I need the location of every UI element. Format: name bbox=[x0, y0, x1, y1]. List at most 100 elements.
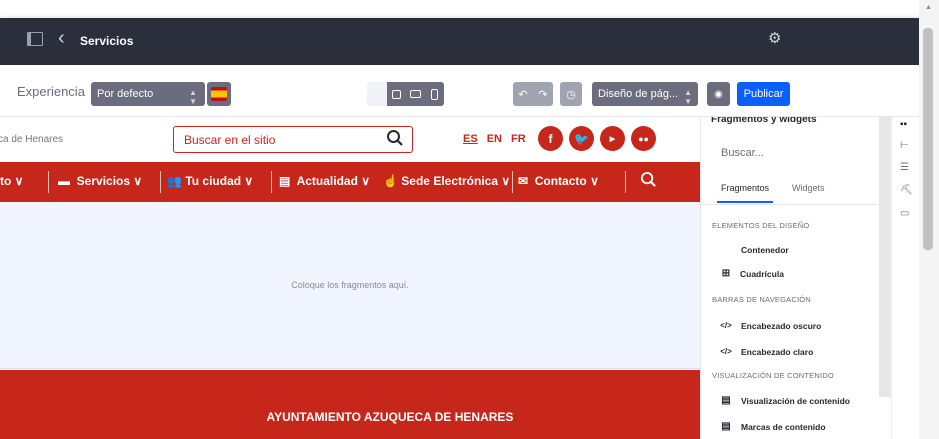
experience-value: Por defecto bbox=[97, 88, 154, 100]
scrollbar-thumb[interactable] bbox=[923, 28, 933, 250]
comments-icon[interactable]: ▭ bbox=[900, 208, 909, 219]
fragment-item-encabezado-claro[interactable]: </> Encabezado claro bbox=[701, 346, 878, 368]
fragment-item-visualizacion-contenido[interactable]: ▤ Visualización de contenido bbox=[701, 395, 878, 417]
panel-title: Fragmentos y widgets bbox=[711, 117, 817, 125]
twitter-icon[interactable]: 🐦 bbox=[569, 126, 594, 151]
tablet-device-button[interactable] bbox=[406, 82, 425, 106]
site-search-input[interactable]: Buscar en el sitio bbox=[173, 126, 413, 153]
fragment-dropzone[interactable]: Coloque los fragmentos aquí. bbox=[0, 202, 700, 369]
nav-label: Tu ciudad bbox=[185, 174, 242, 188]
publish-button[interactable]: Publicar bbox=[737, 82, 790, 106]
nav-item-truncated[interactable]: to ∨ bbox=[0, 174, 23, 188]
chevron-down-icon: ∨ bbox=[361, 174, 371, 188]
fragment-item-marcas-contenido[interactable]: ▤ Marcas de contenido bbox=[701, 421, 878, 439]
page-title: Servicios bbox=[80, 34, 134, 48]
fragments-panel: Fragmentos y widgets Buscar... Fragmento… bbox=[700, 117, 878, 439]
tab-widgets[interactable]: Widgets bbox=[792, 183, 825, 193]
page-design-value: Diseño de pág... bbox=[598, 88, 679, 100]
nav-label: Contacto bbox=[534, 174, 587, 188]
select-caret-icon: ▲ ▼ bbox=[189, 88, 197, 106]
edit-toolbar: Experiencia Por defecto ▲ ▼ ↶ ↷ ◷ Diseño … bbox=[0, 65, 919, 117]
mobile-device-button[interactable] bbox=[425, 82, 444, 106]
desktop-device-button[interactable] bbox=[387, 82, 406, 106]
list-icon[interactable]: ☰ bbox=[900, 162, 909, 173]
chevron-down-icon: ∨ bbox=[590, 174, 599, 188]
flickr-icon[interactable]: ●● bbox=[631, 126, 656, 151]
nav-search-icon[interactable] bbox=[640, 171, 657, 191]
nav-divider bbox=[48, 171, 49, 193]
touch-icon: ☝ bbox=[383, 174, 398, 188]
device-selector bbox=[367, 82, 444, 106]
section-title: ELEMENTOS DEL DISEÑO bbox=[712, 221, 810, 230]
experience-select[interactable]: Por defecto ▲ ▼ bbox=[91, 82, 205, 106]
search-placeholder: Buscar en el sitio bbox=[184, 133, 276, 147]
lang-fr[interactable]: FR bbox=[511, 133, 526, 145]
fragment-item-cuadricula[interactable]: ⊞ Cuadrícula bbox=[701, 268, 878, 290]
chevron-down-icon: ∨ bbox=[501, 174, 511, 188]
page-canvas: ca de Henares Buscar en el sitio ES EN F… bbox=[0, 117, 700, 439]
nav-label: Servicios bbox=[76, 174, 131, 188]
nav-item-sede-electronica[interactable]: ☝ Sede Electrónica ∨ bbox=[383, 174, 510, 188]
social-links: f 🐦 ▶ ●● bbox=[538, 126, 656, 151]
chevron-down-icon: ∨ bbox=[133, 174, 143, 188]
nav-divider bbox=[271, 171, 272, 193]
redo-icon[interactable]: ↷ bbox=[533, 82, 553, 106]
code-icon: </> bbox=[720, 321, 732, 330]
back-chevron-icon[interactable]: ‹ bbox=[58, 27, 65, 50]
facebook-icon[interactable]: f bbox=[538, 126, 563, 151]
fragment-label: Visualización de contenido bbox=[741, 396, 850, 406]
lang-es[interactable]: ES bbox=[463, 133, 478, 145]
code-icon: </> bbox=[720, 347, 732, 356]
history-icon[interactable]: ◷ bbox=[560, 82, 582, 106]
desktop-device-button[interactable] bbox=[367, 82, 387, 106]
undo-redo-group: ↶ ↷ bbox=[513, 82, 553, 106]
nav-divider bbox=[625, 171, 626, 193]
search-icon[interactable] bbox=[386, 129, 404, 152]
fragment-item-encabezado-oscuro[interactable]: </> Encabezado oscuro bbox=[701, 320, 878, 342]
footer-title: AYUNTAMIENTO AZUQUECA DE HENARES bbox=[266, 410, 514, 424]
nav-divider bbox=[512, 171, 513, 193]
language-button[interactable] bbox=[207, 82, 231, 106]
youtube-icon[interactable]: ▶ bbox=[600, 126, 625, 151]
main-navigation: to ∨ ▬ Servicios ∨ 👥 Tu ciudad ∨ ▤ Actua… bbox=[0, 162, 700, 202]
site-header: ca de Henares Buscar en el sitio ES EN F… bbox=[0, 117, 700, 162]
fragment-item-contenedor[interactable]: Contenedor bbox=[701, 244, 878, 266]
window-scrollbar[interactable]: ▲ bbox=[919, 0, 939, 439]
fragments-widgets-icon[interactable]: ▪▪ bbox=[900, 119, 907, 130]
fragment-label: Cuadrícula bbox=[740, 269, 784, 279]
fragment-label: Encabezado oscuro bbox=[741, 321, 822, 331]
nav-item-servicios[interactable]: ▬ Servicios ∨ bbox=[58, 174, 142, 188]
tab-fragmentos[interactable]: Fragmentos bbox=[716, 183, 774, 203]
page-design-select[interactable]: Diseño de pág... ▲ ▼ bbox=[592, 82, 698, 106]
section-title: VISUALIZACIÓN DE CONTENIDO bbox=[712, 371, 834, 380]
scroll-up-icon[interactable]: ▲ bbox=[925, 4, 932, 11]
lang-en[interactable]: EN bbox=[487, 133, 502, 145]
archive-icon: ▬ bbox=[58, 174, 70, 188]
chevron-down-icon: ∨ bbox=[14, 174, 24, 188]
page-editor: ‹ Servicios ⚙ Experiencia Por defecto ▲ ▼… bbox=[0, 0, 939, 439]
panel-search-input[interactable]: Buscar... bbox=[721, 147, 764, 159]
paint-roller-icon[interactable]: ⛏ bbox=[900, 185, 913, 196]
language-links: ES EN FR bbox=[463, 133, 526, 145]
nav-label: Actualidad bbox=[296, 174, 358, 188]
select-caret-icon: ▲ ▼ bbox=[684, 88, 692, 106]
nav-item-tu-ciudad[interactable]: 👥 Tu ciudad ∨ bbox=[167, 174, 253, 188]
undo-icon[interactable]: ↶ bbox=[513, 82, 533, 106]
nav-label: to bbox=[0, 174, 12, 188]
panel-scrollbar[interactable] bbox=[879, 117, 891, 397]
preview-eye-icon[interactable]: ◉ bbox=[707, 82, 730, 106]
sidebar-toggle-icon[interactable] bbox=[27, 32, 43, 46]
panel-tabs: Fragmentos Widgets bbox=[701, 177, 878, 205]
nav-item-contacto[interactable]: ✉ Contacto ∨ bbox=[518, 174, 599, 188]
nav-divider bbox=[160, 171, 161, 193]
control-menu: ‹ Servicios ⚙ bbox=[0, 18, 919, 65]
gear-icon[interactable]: ⚙ bbox=[768, 29, 781, 47]
spain-flag-icon bbox=[211, 87, 227, 101]
site-footer: AYUNTAMIENTO AZUQUECA DE HENARES bbox=[0, 370, 700, 439]
nav-item-actualidad[interactable]: ▤ Actualidad ∨ bbox=[279, 174, 370, 188]
fragment-label: Contenedor bbox=[741, 245, 789, 255]
landscape-icon bbox=[410, 90, 421, 98]
page-structure-icon[interactable]: ⊢ bbox=[900, 140, 909, 151]
experience-label: Experiencia bbox=[17, 84, 85, 99]
newspaper-icon: ▤ bbox=[279, 174, 291, 188]
